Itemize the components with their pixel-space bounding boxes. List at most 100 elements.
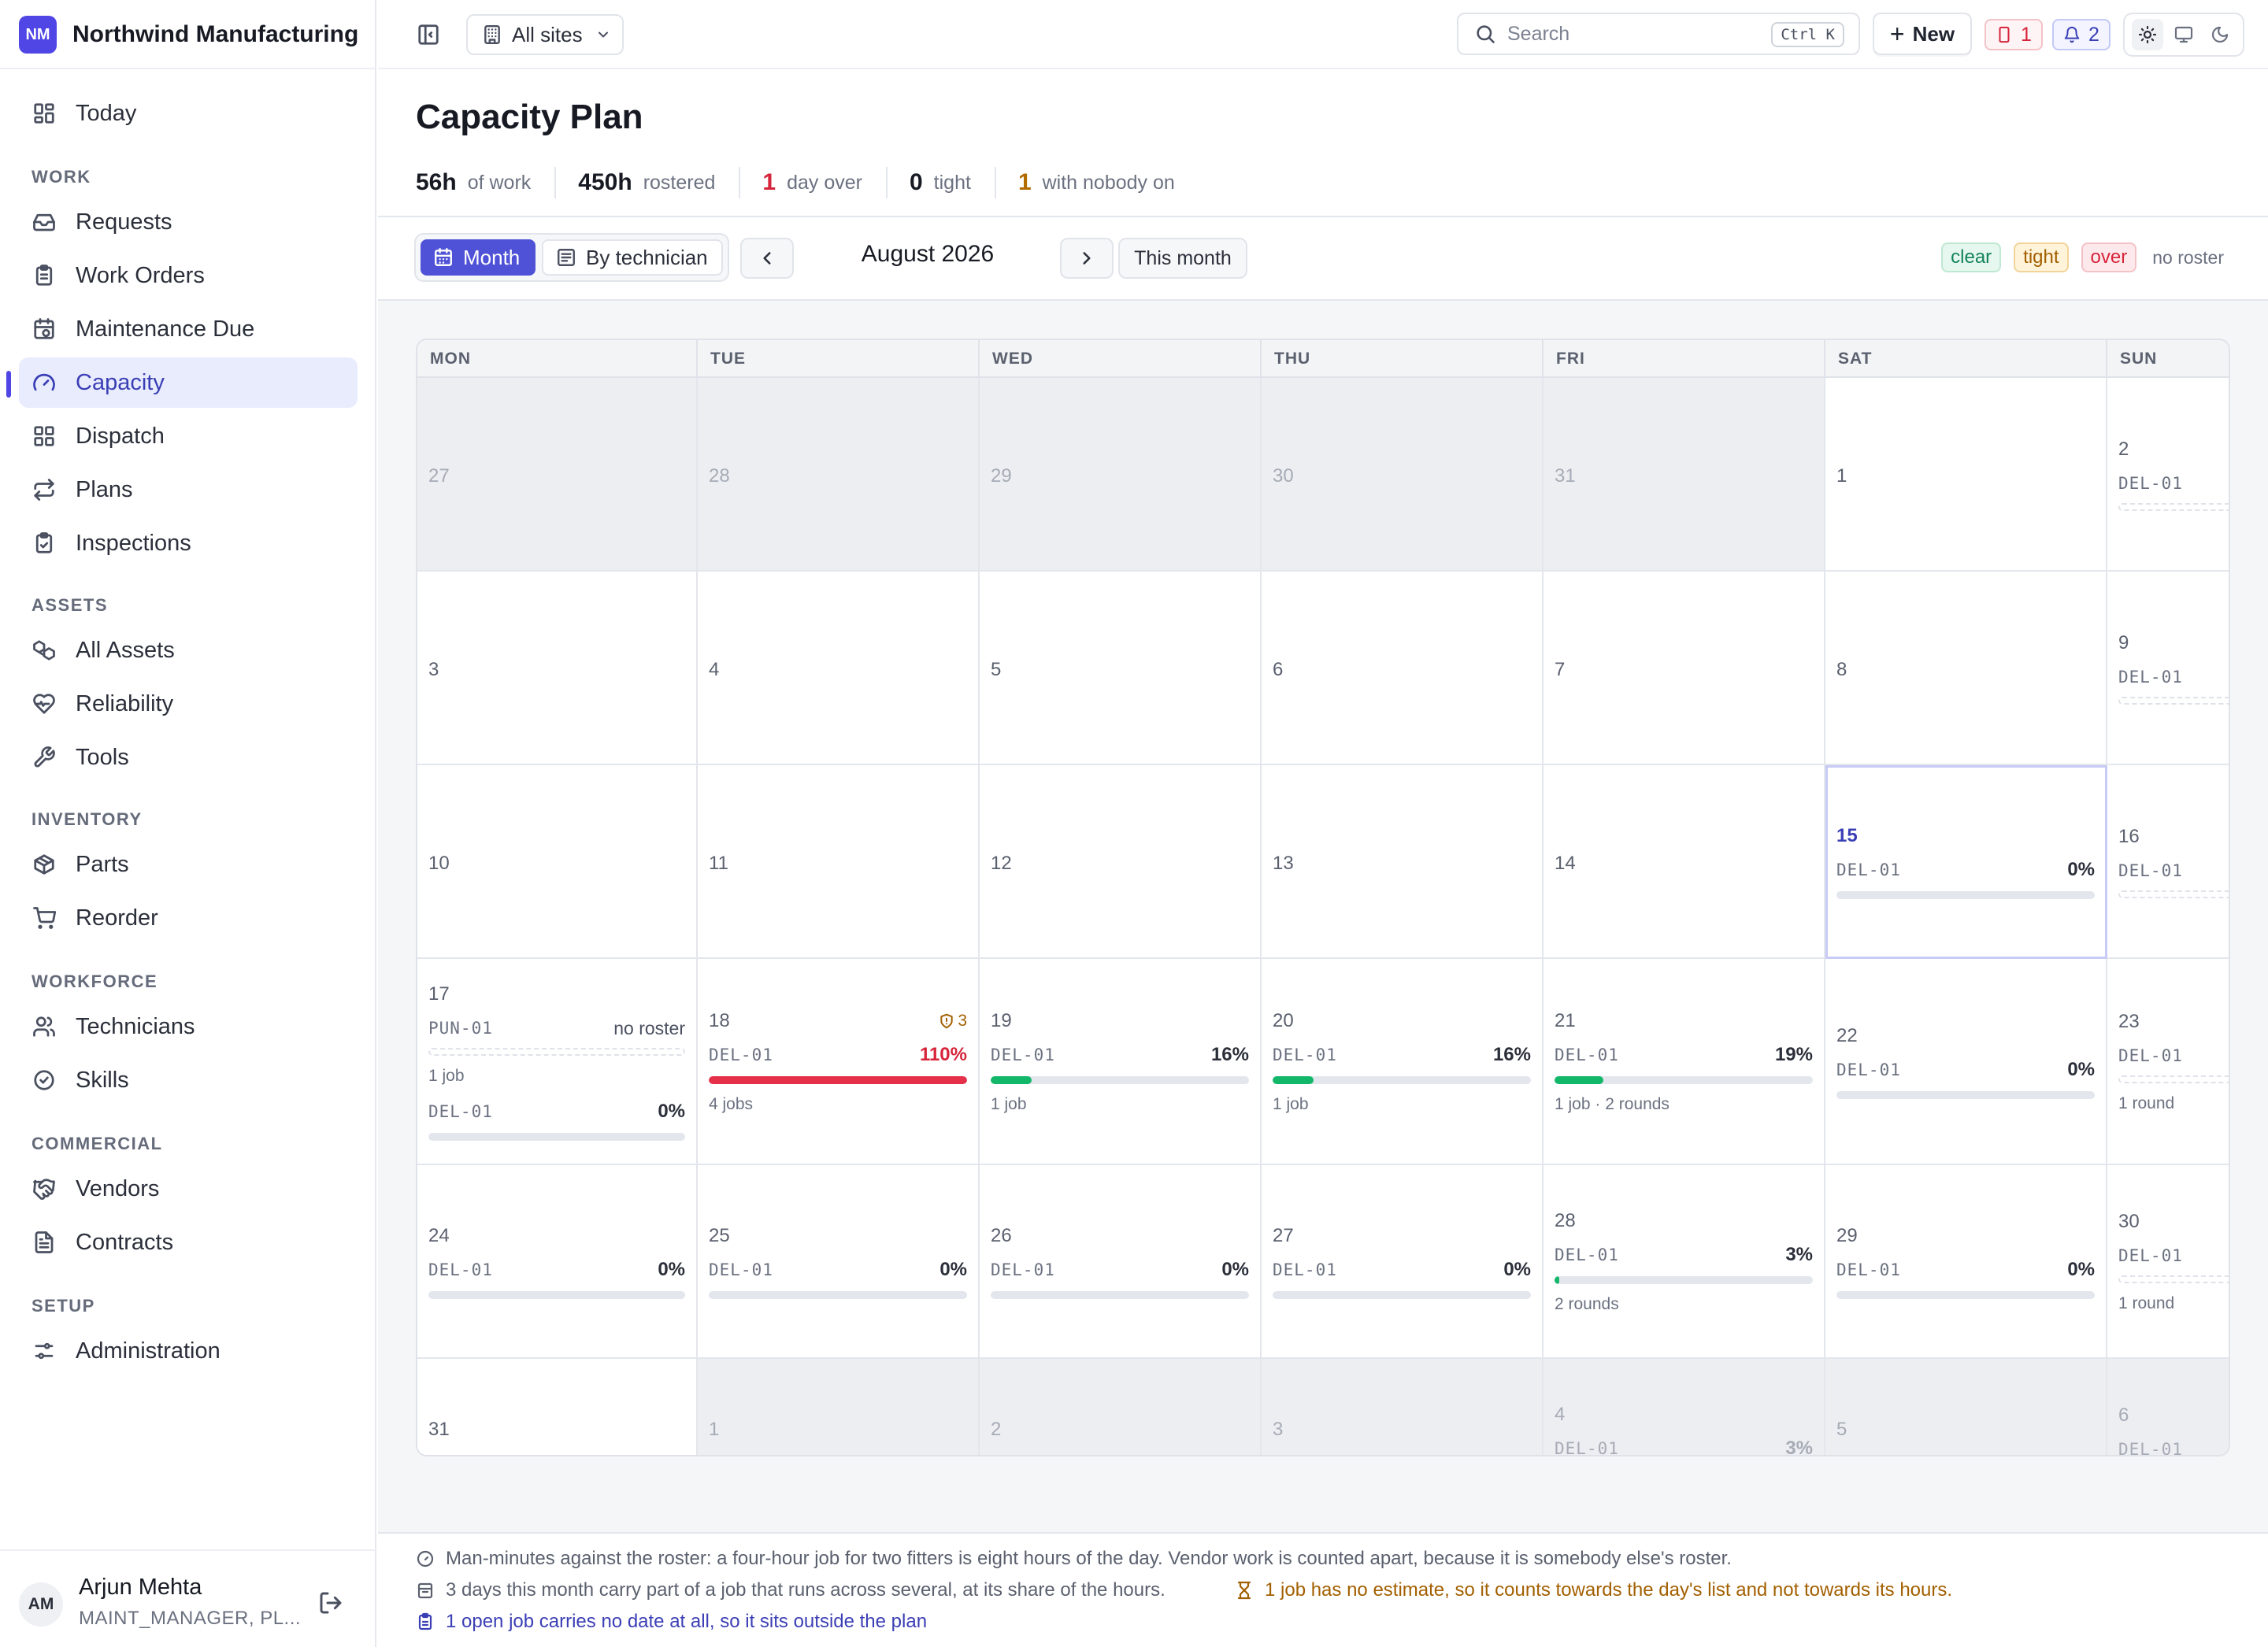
- day-cell[interactable]: 27: [417, 378, 698, 572]
- day-cell[interactable]: 10: [417, 765, 698, 959]
- search-box[interactable]: Ctrl K: [1457, 13, 1860, 55]
- sidebar-item-tools[interactable]: Tools: [19, 732, 358, 783]
- day-cell[interactable]: 24 DEL-01 0%: [417, 1165, 698, 1359]
- day-number: 20: [1273, 1010, 1294, 1031]
- day-cell[interactable]: 8: [1825, 572, 2107, 765]
- monitor-icon[interactable]: [2168, 19, 2199, 50]
- this-month-button[interactable]: This month: [1118, 238, 1247, 279]
- sun-icon[interactable]: [2132, 19, 2163, 50]
- day-cell[interactable]: 1: [1825, 378, 2107, 572]
- site-select[interactable]: All sites: [466, 14, 624, 55]
- day-cell[interactable]: 19 DEL-01 16% 1 job: [980, 959, 1262, 1165]
- day-cell[interactable]: 29 DEL-01 0%: [1825, 1165, 2107, 1359]
- day-cell[interactable]: 30 DEL-01closed 1 round: [2107, 1165, 2229, 1359]
- day-cell[interactable]: 7: [1544, 572, 1825, 765]
- day-cell[interactable]: 25 DEL-01 0%: [698, 1165, 980, 1359]
- sidebar-item-all-assets[interactable]: All Assets: [19, 625, 358, 675]
- job-note: 1 job: [1273, 1095, 1309, 1113]
- sidebar-item-skills[interactable]: Skills: [19, 1055, 358, 1105]
- day-cell[interactable]: 3: [417, 572, 698, 765]
- sidebar-item-requests[interactable]: Requests: [19, 197, 358, 247]
- day-cell[interactable]: 3 DEL-01 0%: [1262, 1359, 1544, 1455]
- day-cell[interactable]: 21 DEL-01 19% 1 job · 2 rounds: [1544, 959, 1825, 1165]
- notifications-button[interactable]: 2: [2052, 19, 2110, 50]
- day-cell[interactable]: 23 DEL-01closed 1 round: [2107, 959, 2229, 1165]
- view-technician-button[interactable]: By technician: [542, 239, 723, 276]
- sidebar-item-contracts[interactable]: Contracts: [19, 1217, 358, 1268]
- day-cell[interactable]: 20 DEL-01 16% 1 job: [1262, 959, 1544, 1165]
- sidebar-item-label: Administration: [76, 1338, 220, 1364]
- day-cell[interactable]: 1 DEL-01 0%: [698, 1359, 980, 1455]
- day-cell[interactable]: 31 DEL-01 0%: [417, 1359, 698, 1455]
- alerts-button[interactable]: 1: [1984, 19, 2043, 50]
- avatar[interactable]: AM: [19, 1582, 63, 1627]
- sidebar-item-administration[interactable]: Administration: [19, 1326, 358, 1376]
- day-cell[interactable]: 6: [1262, 572, 1544, 765]
- day-cell[interactable]: 14: [1544, 765, 1825, 959]
- day-cell[interactable]: 13: [1262, 765, 1544, 959]
- day-cell[interactable]: 26 DEL-01 0%: [980, 1165, 1262, 1359]
- footnote-undated[interactable]: 1 open job carries no date at all, so it…: [416, 1611, 927, 1633]
- sidebar-item-dispatch[interactable]: Dispatch: [19, 411, 358, 461]
- sidebar-item-reliability[interactable]: Reliability: [19, 679, 358, 729]
- day-cell[interactable]: 28: [698, 378, 980, 572]
- day-cell[interactable]: 6DEL-01closed1 round: [2107, 1359, 2229, 1455]
- day-cell[interactable]: 22 DEL-01 0%: [1825, 959, 2107, 1165]
- footnotes: Man-minutes against the roster: a four-h…: [378, 1532, 2268, 1647]
- section-work: WORK: [32, 167, 91, 187]
- search-input[interactable]: [1507, 22, 1759, 46]
- brand[interactable]: NM Northwind Manufacturing: [19, 16, 358, 54]
- sidebar-item-technicians[interactable]: Technicians: [19, 1001, 358, 1052]
- day-cell[interactable]: 9 DEL-01closed: [2107, 572, 2229, 765]
- footnote-no-estimate[interactable]: 1 job has no estimate, so it counts towa…: [1235, 1579, 1952, 1601]
- day-cell[interactable]: 2 DEL-01 0%: [980, 1359, 1262, 1455]
- sidebar-item-reorder[interactable]: Reorder: [19, 893, 358, 943]
- view-month-button[interactable]: Month: [421, 239, 536, 276]
- sidebar-item-plans[interactable]: Plans: [19, 464, 358, 515]
- previous-month-button[interactable]: [740, 238, 794, 279]
- sidebar-item-label: Reorder: [76, 905, 158, 931]
- stat-value: 0: [909, 169, 923, 195]
- sidebar-item-work-orders[interactable]: Work Orders: [19, 250, 358, 301]
- day-cell[interactable]: 5: [980, 572, 1262, 765]
- sidebar-toggle-icon[interactable]: [413, 19, 444, 50]
- day-cell[interactable]: 11: [698, 765, 980, 959]
- day-cell[interactable]: 18 3 DEL-01 110% 4 jobs: [698, 959, 980, 1165]
- day-cell[interactable]: 12: [980, 765, 1262, 959]
- day-cell[interactable]: 2 DEL-01closed: [2107, 378, 2229, 572]
- sidebar-item-label: Reliability: [76, 690, 174, 716]
- day-cell[interactable]: 5 DEL-01 0%: [1825, 1359, 2107, 1455]
- day-cell[interactable]: 161DEL-01closed: [2107, 765, 2229, 959]
- load-bar-fill: [1555, 1276, 1559, 1284]
- sidebar-item-maintenance-due[interactable]: Maintenance Due: [19, 304, 358, 354]
- dashboard-icon: [32, 101, 57, 126]
- new-button[interactable]: + New: [1873, 13, 1972, 55]
- day-cell[interactable]: 28 DEL-01 3% 2 rounds: [1544, 1165, 1825, 1359]
- moon-icon[interactable]: [2204, 19, 2236, 50]
- sidebar-item-vendors[interactable]: Vendors: [19, 1164, 358, 1214]
- day-cell[interactable]: 4: [698, 572, 980, 765]
- day-cell[interactable]: 30: [1262, 378, 1544, 572]
- day-number: 26: [991, 1225, 1012, 1246]
- next-month-button[interactable]: [1060, 238, 1114, 279]
- unassigned-badge[interactable]: 3: [939, 1012, 967, 1031]
- load-bar: [709, 1076, 967, 1084]
- day-cell[interactable]: 31: [1544, 378, 1825, 572]
- sidebar-item-today[interactable]: Today: [19, 88, 358, 139]
- sidebar-item-parts[interactable]: Parts: [19, 839, 358, 890]
- day-number: 14: [1555, 853, 1576, 874]
- capacity-calendar: MON TUE WED THU FRI SAT SUN 27 28 29 30 31 1 2 DEL-01…: [416, 339, 2230, 1456]
- day-cell[interactable]: 4DEL-013%2 rounds: [1544, 1359, 1825, 1455]
- sidebar-item-inspections[interactable]: Inspections: [19, 518, 358, 568]
- logout-icon[interactable]: [318, 1590, 346, 1619]
- roster-row: DEL-01 0%: [991, 1258, 1249, 1282]
- load-percent: 16%: [1492, 1044, 1531, 1065]
- calendar-clock-icon: [32, 316, 57, 342]
- day-cell[interactable]: 15 DEL-01 0%: [1825, 765, 2107, 959]
- stat: 450h rostered: [578, 167, 741, 198]
- day-cell[interactable]: 27 DEL-01 0%: [1262, 1165, 1544, 1359]
- day-cell[interactable]: 29: [980, 378, 1262, 572]
- day-cell[interactable]: 17 PUN-01 no roster 1 job DEL-01 0%: [417, 959, 698, 1165]
- load-bar: [1836, 1291, 2095, 1299]
- sidebar-item-capacity[interactable]: Capacity: [19, 357, 358, 408]
